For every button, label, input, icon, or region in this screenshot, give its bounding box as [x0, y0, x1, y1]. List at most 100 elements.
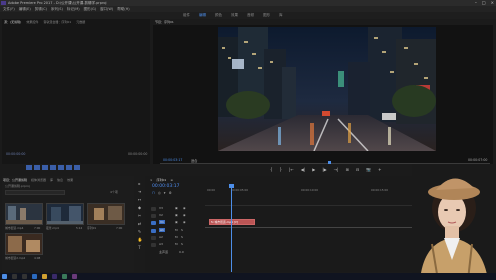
workspace-editing[interactable]: 编辑 — [199, 12, 206, 18]
project-thumbnail[interactable] — [5, 233, 43, 255]
track-source-icon[interactable] — [151, 236, 156, 240]
track-header-a1[interactable]: A1 M S — [149, 228, 201, 234]
program-video-frame — [218, 27, 436, 151]
tab-metadata[interactable]: 元数据 — [76, 19, 85, 25]
lock-icon[interactable]: ▣ — [175, 220, 178, 224]
solo-icon[interactable]: S — [181, 242, 183, 246]
slip-tool-icon[interactable]: ⇄ — [138, 222, 142, 226]
rate-stretch-tool-icon[interactable]: ◆ — [138, 206, 142, 210]
mark-out-button[interactable]: } — [280, 166, 283, 174]
timeline-timecode[interactable]: 00:00:03:17 — [152, 184, 179, 189]
app-icon[interactable] — [72, 274, 77, 279]
mute-icon[interactable]: M — [175, 242, 178, 246]
timeline-close-tab-icon[interactable]: × — [150, 177, 153, 183]
lock-icon[interactable]: ▣ — [175, 213, 178, 217]
track-header-v1[interactable]: V1 ▣ ◉ — [149, 220, 201, 226]
tab-effects[interactable]: 效果 — [67, 177, 73, 183]
mute-icon[interactable]: M — [175, 228, 178, 232]
go-to-out-button[interactable]: →| — [334, 166, 339, 174]
type-tool-icon[interactable]: T — [138, 246, 142, 250]
track-source-icon[interactable] — [151, 229, 156, 233]
source-control-icon[interactable] — [34, 165, 40, 170]
tab-effect-controls[interactable]: 效果控件 — [26, 19, 38, 25]
tab-media-browser[interactable]: 媒体浏览器 — [31, 177, 46, 183]
eye-icon[interactable]: ◉ — [183, 220, 186, 224]
source-control-icon[interactable] — [50, 165, 56, 170]
track-source-icon[interactable] — [151, 243, 156, 247]
track-source-icon[interactable] — [151, 207, 156, 211]
settings-icon[interactable]: ⚙ — [169, 191, 172, 195]
go-to-in-button[interactable]: |← — [289, 166, 294, 174]
eye-icon[interactable]: ◉ — [183, 213, 186, 217]
tab-info[interactable]: 信息 — [57, 177, 63, 183]
add-button[interactable]: + — [378, 166, 381, 174]
solo-icon[interactable]: S — [181, 228, 183, 232]
playhead-handle-icon[interactable] — [229, 184, 234, 188]
source-control-icon[interactable] — [66, 165, 72, 170]
presenter-webcam — [412, 164, 496, 280]
tab-project[interactable]: 项目：公开课剪辑 — [3, 177, 27, 183]
hand-tool-icon[interactable]: ✋ — [138, 238, 143, 242]
workspace-assembly[interactable]: 组件 — [183, 12, 190, 18]
mark-in-button[interactable]: { — [270, 166, 273, 174]
source-timecode: 00:00:00:00 — [6, 152, 26, 156]
workspace-graphics[interactable]: 图形 — [263, 12, 270, 18]
linked-selection-icon[interactable]: ◎ — [158, 191, 161, 195]
track-source-icon[interactable] — [151, 214, 156, 218]
app-icon[interactable] — [62, 274, 67, 279]
track-header-a2[interactable]: A2 M S — [149, 235, 201, 241]
selection-tool-icon[interactable]: ▸ — [138, 182, 142, 186]
track-header-a3[interactable]: A3 M S — [149, 242, 201, 248]
timeline-menu-icon[interactable]: ≡ — [170, 177, 173, 183]
ripple-edit-tool-icon[interactable]: ↔ — [138, 198, 142, 202]
track-header-v3[interactable]: V3 ▣ ◉ — [149, 206, 201, 212]
workspace-color[interactable]: 颜色 — [215, 12, 222, 18]
folder-icon[interactable] — [42, 274, 47, 279]
project-thumbnail[interactable] — [46, 203, 84, 225]
play-button[interactable]: ▶ — [312, 166, 315, 174]
add-marker-icon[interactable]: ▾ — [164, 191, 166, 195]
camera-icon[interactable]: 📷 — [366, 166, 371, 174]
master-value[interactable]: 0.0 — [179, 250, 184, 254]
program-playhead-icon[interactable] — [328, 161, 331, 164]
track-header-v2[interactable]: V2 ▣ ◉ — [149, 213, 201, 219]
extract-button[interactable]: ⊟ — [356, 166, 359, 174]
source-control-icon[interactable] — [74, 165, 80, 170]
project-item-label: 夜景.mp4 — [46, 226, 59, 230]
pen-tool-icon[interactable]: ✎ — [138, 230, 142, 234]
solo-icon[interactable]: S — [181, 235, 183, 239]
workspace-audio[interactable]: 音频 — [247, 12, 254, 18]
razor-tool-icon[interactable]: ✂ — [138, 214, 142, 218]
tab-program[interactable]: 节目：序列01 — [155, 20, 174, 24]
project-thumbnail[interactable] — [87, 203, 125, 225]
tab-sequence[interactable]: 序列01 — [157, 177, 167, 183]
eye-icon[interactable]: ◉ — [183, 206, 186, 210]
snap-icon[interactable]: ⊓ — [152, 191, 155, 195]
step-forward-button[interactable]: |▶ — [322, 166, 326, 174]
tab-audio-track-mixer[interactable]: 音轨混合器：序列01 — [43, 19, 71, 25]
source-control-icon[interactable] — [42, 165, 48, 170]
tab-source[interactable]: 源：(无剪辑) — [4, 19, 21, 25]
premiere-app-icon[interactable] — [52, 274, 57, 279]
timeline-tool-row: ⊓ ◎ ▾ ⚙ — [152, 191, 172, 195]
source-control-icon[interactable] — [58, 165, 64, 170]
project-thumbnail[interactable] — [5, 203, 43, 225]
tab-libraries[interactable]: 库 — [50, 177, 53, 183]
start-icon[interactable] — [2, 274, 7, 279]
step-back-button[interactable]: ◀| — [301, 166, 305, 174]
timeline-tabs: × 序列01 ≡ — [150, 177, 173, 183]
project-panel-tabs: 项目：公开课剪辑 媒体浏览器 库 信息 效果 — [3, 177, 73, 183]
track-select-tool-icon[interactable]: ⇥ — [138, 190, 142, 194]
workspace-effects[interactable]: 效果 — [231, 12, 238, 18]
track-source-icon[interactable] — [151, 221, 156, 225]
workspace-libraries[interactable]: 库 — [279, 12, 283, 18]
mute-icon[interactable]: M — [175, 235, 178, 239]
search-icon[interactable] — [12, 274, 17, 279]
lift-button[interactable]: ⊞ — [345, 166, 348, 174]
lock-icon[interactable]: ▣ — [175, 206, 178, 210]
source-control-icon[interactable] — [26, 165, 32, 170]
project-search-input[interactable] — [5, 190, 65, 195]
browser-icon[interactable] — [32, 274, 37, 279]
task-view-icon[interactable] — [22, 274, 27, 279]
timeline-playhead[interactable] — [231, 186, 232, 272]
